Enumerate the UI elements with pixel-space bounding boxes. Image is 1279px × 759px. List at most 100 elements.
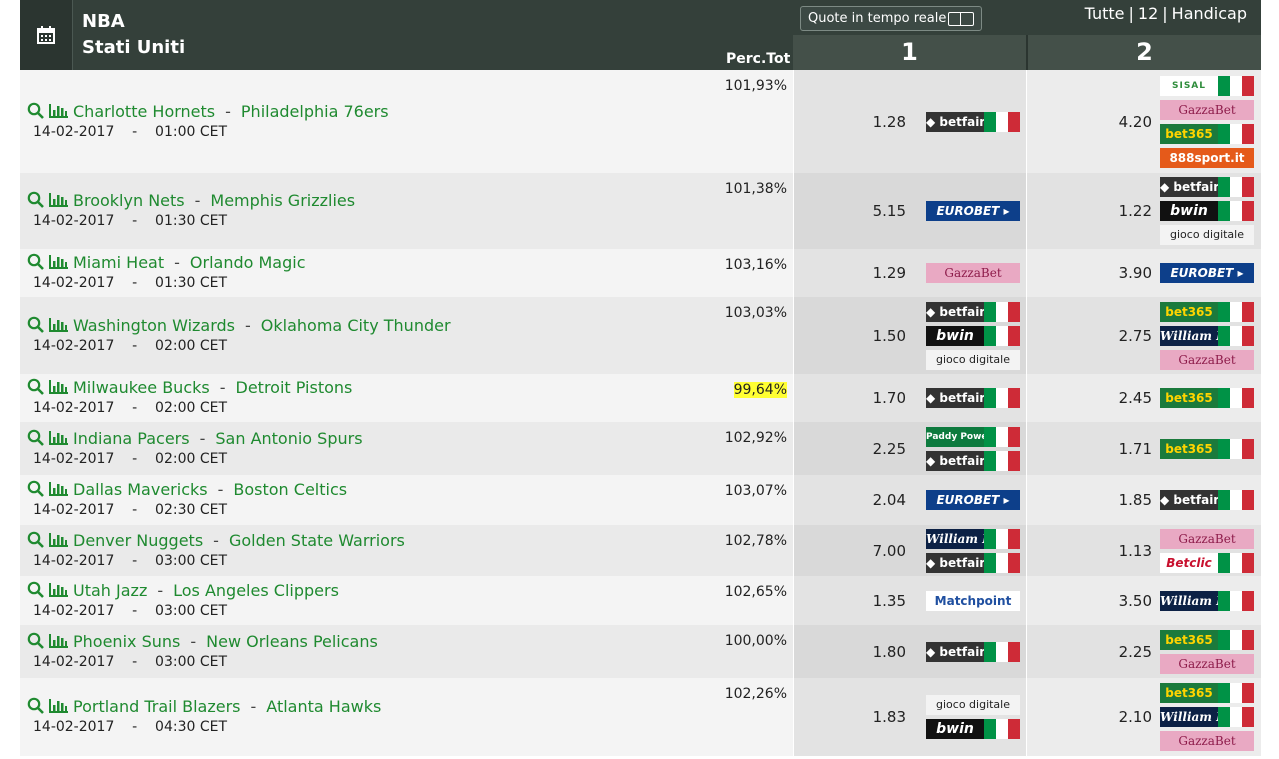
away-team-link[interactable]: Atlanta Hawks [266,697,381,716]
bookmaker-logo-gazza[interactable]: GazzaBet [1160,100,1254,120]
bookmaker-logo-betfair[interactable]: ◆ betfair [926,642,1020,662]
bookmaker-logo-eurobet[interactable]: EUROBET ▸ [926,201,1020,221]
bar-chart-icon[interactable] [48,582,69,602]
bookmaker-logo-betfair[interactable]: ◆ betfair [926,112,1020,132]
odd-home[interactable]: 2.04 [846,491,906,509]
home-team-link[interactable]: Dallas Mavericks [73,480,208,499]
bookmaker-logo-bwin[interactable]: bwin [1160,201,1254,221]
bar-chart-icon[interactable] [48,103,69,123]
search-icon[interactable] [27,480,44,501]
bar-chart-icon[interactable] [48,532,69,552]
odd-home[interactable]: 1.29 [846,264,906,282]
away-team-link[interactable]: Detroit Pistons [236,378,353,397]
search-icon[interactable] [27,253,44,274]
calendar-icon[interactable] [20,0,73,70]
odd-away[interactable]: 1.85 [1092,491,1152,509]
home-team-link[interactable]: Milwaukee Bucks [73,378,210,397]
bookmaker-logo-gazza[interactable]: GazzaBet [1160,654,1254,674]
home-team-link[interactable]: Miami Heat [73,253,164,272]
search-icon[interactable] [27,191,44,212]
odd-home[interactable]: 1.35 [846,592,906,610]
bookmaker-logo-bet365[interactable]: bet365 [1160,630,1254,650]
bookmaker-logo-gazza[interactable]: GazzaBet [926,263,1020,283]
away-team-link[interactable]: Orlando Magic [190,253,306,272]
odd-home[interactable]: 7.00 [846,542,906,560]
away-team-link[interactable]: Philadelphia 76ers [241,102,389,121]
odd-home[interactable]: 1.28 [846,113,906,131]
away-team-link[interactable]: Boston Celtics [233,480,347,499]
home-team-link[interactable]: Utah Jazz [73,581,147,600]
bookmaker-logo-eurobet[interactable]: EUROBET ▸ [1160,263,1254,283]
bookmaker-logo-betfair[interactable]: ◆ betfair [1160,177,1254,197]
bookmaker-logo-gioco[interactable]: gioco digitale [926,695,1020,715]
odd-away[interactable]: 4.20 [1092,113,1152,131]
bookmaker-logo-eurobet[interactable]: EUROBET ▸ [926,490,1020,510]
bar-chart-icon[interactable] [48,633,69,653]
odd-away[interactable]: 2.75 [1092,327,1152,345]
bookmaker-logo-william[interactable]: William HILL [1160,707,1254,727]
search-icon[interactable] [27,102,44,123]
bookmaker-logo-gioco[interactable]: gioco digitale [1160,225,1254,245]
bookmaker-logo-betclic[interactable]: Betclic [1160,553,1254,573]
filter-12[interactable]: 12 [1138,4,1158,23]
bar-chart-icon[interactable] [48,254,69,274]
filter-handicap[interactable]: Handicap [1172,4,1247,23]
away-team-link[interactable]: San Antonio Spurs [215,429,362,448]
away-team-link[interactable]: Memphis Grizzlies [210,191,355,210]
bar-chart-icon[interactable] [48,698,69,718]
search-icon[interactable] [27,632,44,653]
odd-home[interactable]: 1.80 [846,643,906,661]
odd-away[interactable]: 1.22 [1092,202,1152,220]
bookmaker-logo-bet365[interactable]: bet365 [1160,302,1254,322]
odd-home[interactable]: 2.25 [846,440,906,458]
bar-chart-icon[interactable] [48,192,69,212]
bookmaker-logo-betfair[interactable]: ◆ betfair [926,553,1020,573]
home-team-link[interactable]: Phoenix Suns [73,632,180,651]
home-team-link[interactable]: Charlotte Hornets [73,102,215,121]
odd-away[interactable]: 3.90 [1092,264,1152,282]
bookmaker-logo-betfair[interactable]: ◆ betfair [926,302,1020,322]
away-team-link[interactable]: Golden State Warriors [229,531,405,550]
odd-away[interactable]: 3.50 [1092,592,1152,610]
live-quotes-toggle[interactable]: Quote in tempo reale [800,6,982,31]
bookmaker-logo-gazza[interactable]: GazzaBet [1160,529,1254,549]
search-icon[interactable] [27,378,44,399]
away-team-link[interactable]: Los Angeles Clippers [173,581,339,600]
filter-all[interactable]: Tutte [1085,4,1125,23]
odd-away[interactable]: 2.45 [1092,389,1152,407]
bookmaker-logo-bwin[interactable]: bwin [926,719,1020,739]
bookmaker-logo-bet365[interactable]: bet365 [1160,439,1254,459]
odd-away[interactable]: 2.25 [1092,643,1152,661]
search-icon[interactable] [27,697,44,718]
odd-home[interactable]: 5.15 [846,202,906,220]
away-team-link[interactable]: Oklahoma City Thunder [261,316,451,335]
bookmaker-logo-betfair[interactable]: ◆ betfair [926,388,1020,408]
odd-away[interactable]: 1.13 [1092,542,1152,560]
search-icon[interactable] [27,316,44,337]
bar-chart-icon[interactable] [48,317,69,337]
bookmaker-logo-sport888[interactable]: 888sport.it [1160,148,1254,168]
search-icon[interactable] [27,429,44,450]
bookmaker-logo-gazza[interactable]: GazzaBet [1160,350,1254,370]
home-team-link[interactable]: Portland Trail Blazers [73,697,241,716]
bar-chart-icon[interactable] [48,430,69,450]
bookmaker-logo-sisal[interactable]: SISAL [1160,76,1254,96]
odd-home[interactable]: 1.50 [846,327,906,345]
search-icon[interactable] [27,581,44,602]
bookmaker-logo-betfair[interactable]: ◆ betfair [926,451,1020,471]
bookmaker-logo-paddy[interactable]: Paddy Power [926,427,1020,447]
bookmaker-logo-william[interactable]: William HILL [1160,591,1254,611]
away-team-link[interactable]: New Orleans Pelicans [206,632,378,651]
home-team-link[interactable]: Denver Nuggets [73,531,203,550]
home-team-link[interactable]: Washington Wizards [73,316,235,335]
bookmaker-logo-william[interactable]: William HILL [1160,326,1254,346]
bookmaker-logo-gazza[interactable]: GazzaBet [1160,731,1254,751]
odd-home[interactable]: 1.83 [846,708,906,726]
odd-away[interactable]: 1.71 [1092,440,1152,458]
home-team-link[interactable]: Brooklyn Nets [73,191,185,210]
bar-chart-icon[interactable] [48,481,69,501]
bookmaker-logo-bwin[interactable]: bwin [926,326,1020,346]
bookmaker-logo-bet365[interactable]: bet365 [1160,124,1254,144]
odd-away[interactable]: 2.10 [1092,708,1152,726]
bookmaker-logo-bet365[interactable]: bet365 [1160,683,1254,703]
